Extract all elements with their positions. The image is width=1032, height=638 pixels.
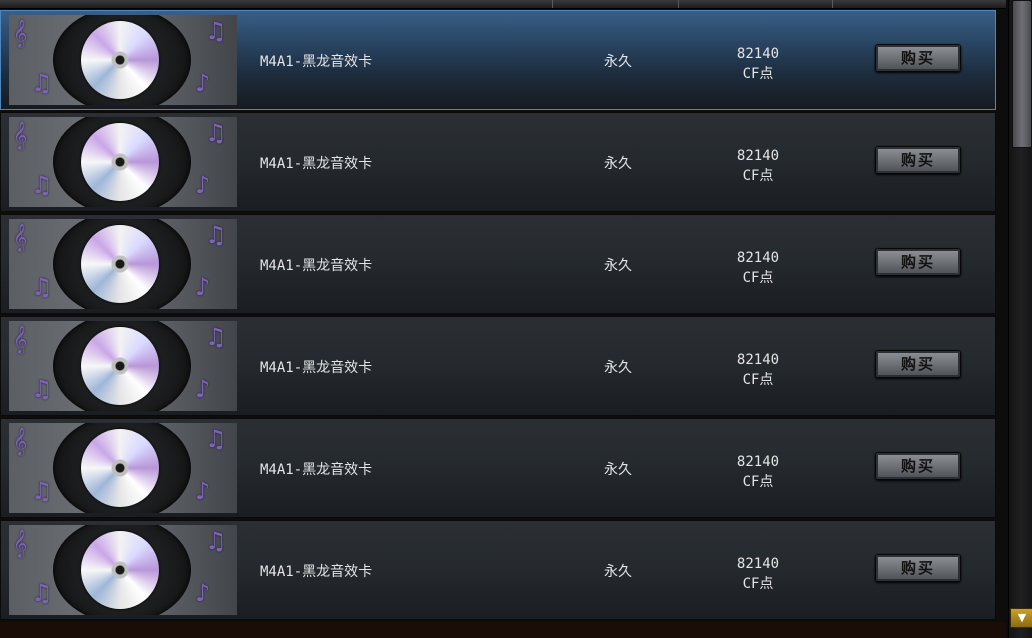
header-divider [678,0,679,8]
item-price: 82140 CF点 [701,44,815,84]
item-price: 82140 CF点 [701,350,815,390]
item-row[interactable]: 𝄞 ♫ ♫ ♪ M4A1-黑龙音效卡 永久 82140 CF点 购买 [0,112,996,212]
item-name: M4A1-黑龙音效卡 [260,258,373,274]
column-header-strip [0,0,1006,9]
item-name: M4A1-黑龙音效卡 [260,462,373,478]
price-currency: CF点 [742,66,774,82]
price-value: 82140 [736,250,780,266]
buy-button[interactable]: 购买 [875,44,961,72]
scrollbar-thumb[interactable] [1012,0,1032,148]
item-price: 82140 CF点 [701,554,815,594]
item-price: 82140 CF点 [701,146,815,186]
item-price: 82140 CF点 [701,248,815,288]
item-name: M4A1-黑龙音效卡 [260,564,373,580]
price-value: 82140 [736,352,780,368]
item-duration: 永久 [604,564,632,580]
music-disc-icon: 𝄞 ♫ ♫ ♪ [9,321,237,411]
item-row[interactable]: 𝄞 ♫ ♫ ♪ M4A1-黑龙音效卡 永久 82140 CF点 购买 [0,10,996,110]
header-divider [832,0,833,8]
item-duration: 永久 [604,54,632,70]
price-currency: CF点 [742,372,774,388]
item-duration: 永久 [604,360,632,376]
item-duration: 永久 [604,462,632,478]
item-row[interactable]: 𝄞 ♫ ♫ ♪ M4A1-黑龙音效卡 永久 82140 CF点 购买 [0,316,996,416]
price-currency: CF点 [742,270,774,286]
music-disc-icon: 𝄞 ♫ ♫ ♪ [9,525,237,615]
music-disc-icon: 𝄞 ♫ ♫ ♪ [9,117,237,207]
price-value: 82140 [736,556,780,572]
item-row[interactable]: 𝄞 ♫ ♫ ♪ M4A1-黑龙音效卡 永久 82140 CF点 购买 [0,418,996,518]
item-list: 𝄞 ♫ ♫ ♪ M4A1-黑龙音效卡 永久 82140 CF点 购买 𝄞 ♫ ♫… [0,10,1000,622]
music-disc-icon: 𝄞 ♫ ♫ ♪ [9,219,237,309]
vertical-scrollbar[interactable]: ▼ [1008,0,1032,638]
item-price: 82140 CF点 [701,452,815,492]
buy-button[interactable]: 购买 [875,350,961,378]
music-disc-icon: 𝄞 ♫ ♫ ♪ [9,423,237,513]
item-duration: 永久 [604,156,632,172]
price-currency: CF点 [742,168,774,184]
header-divider [552,0,553,8]
item-name: M4A1-黑龙音效卡 [260,360,373,376]
item-name: M4A1-黑龙音效卡 [260,54,373,70]
bottom-border [0,622,1006,638]
buy-button[interactable]: 购买 [875,248,961,276]
buy-button[interactable]: 购买 [875,554,961,582]
price-value: 82140 [736,148,780,164]
price-currency: CF点 [742,474,774,490]
item-row[interactable]: 𝄞 ♫ ♫ ♪ M4A1-黑龙音效卡 永久 82140 CF点 购买 [0,214,996,314]
shop-panel: 𝄞 ♫ ♫ ♪ M4A1-黑龙音效卡 永久 82140 CF点 购买 𝄞 ♫ ♫… [0,0,1032,638]
buy-button[interactable]: 购买 [875,146,961,174]
item-row[interactable]: 𝄞 ♫ ♫ ♪ M4A1-黑龙音效卡 永久 82140 CF点 购买 [0,520,996,620]
music-disc-icon: 𝄞 ♫ ♫ ♪ [9,15,237,105]
buy-button[interactable]: 购买 [875,452,961,480]
item-duration: 永久 [604,258,632,274]
price-value: 82140 [736,454,780,470]
scroll-down-arrow-icon[interactable]: ▼ [1010,608,1032,628]
price-value: 82140 [736,46,780,62]
item-name: M4A1-黑龙音效卡 [260,156,373,172]
price-currency: CF点 [742,576,774,592]
